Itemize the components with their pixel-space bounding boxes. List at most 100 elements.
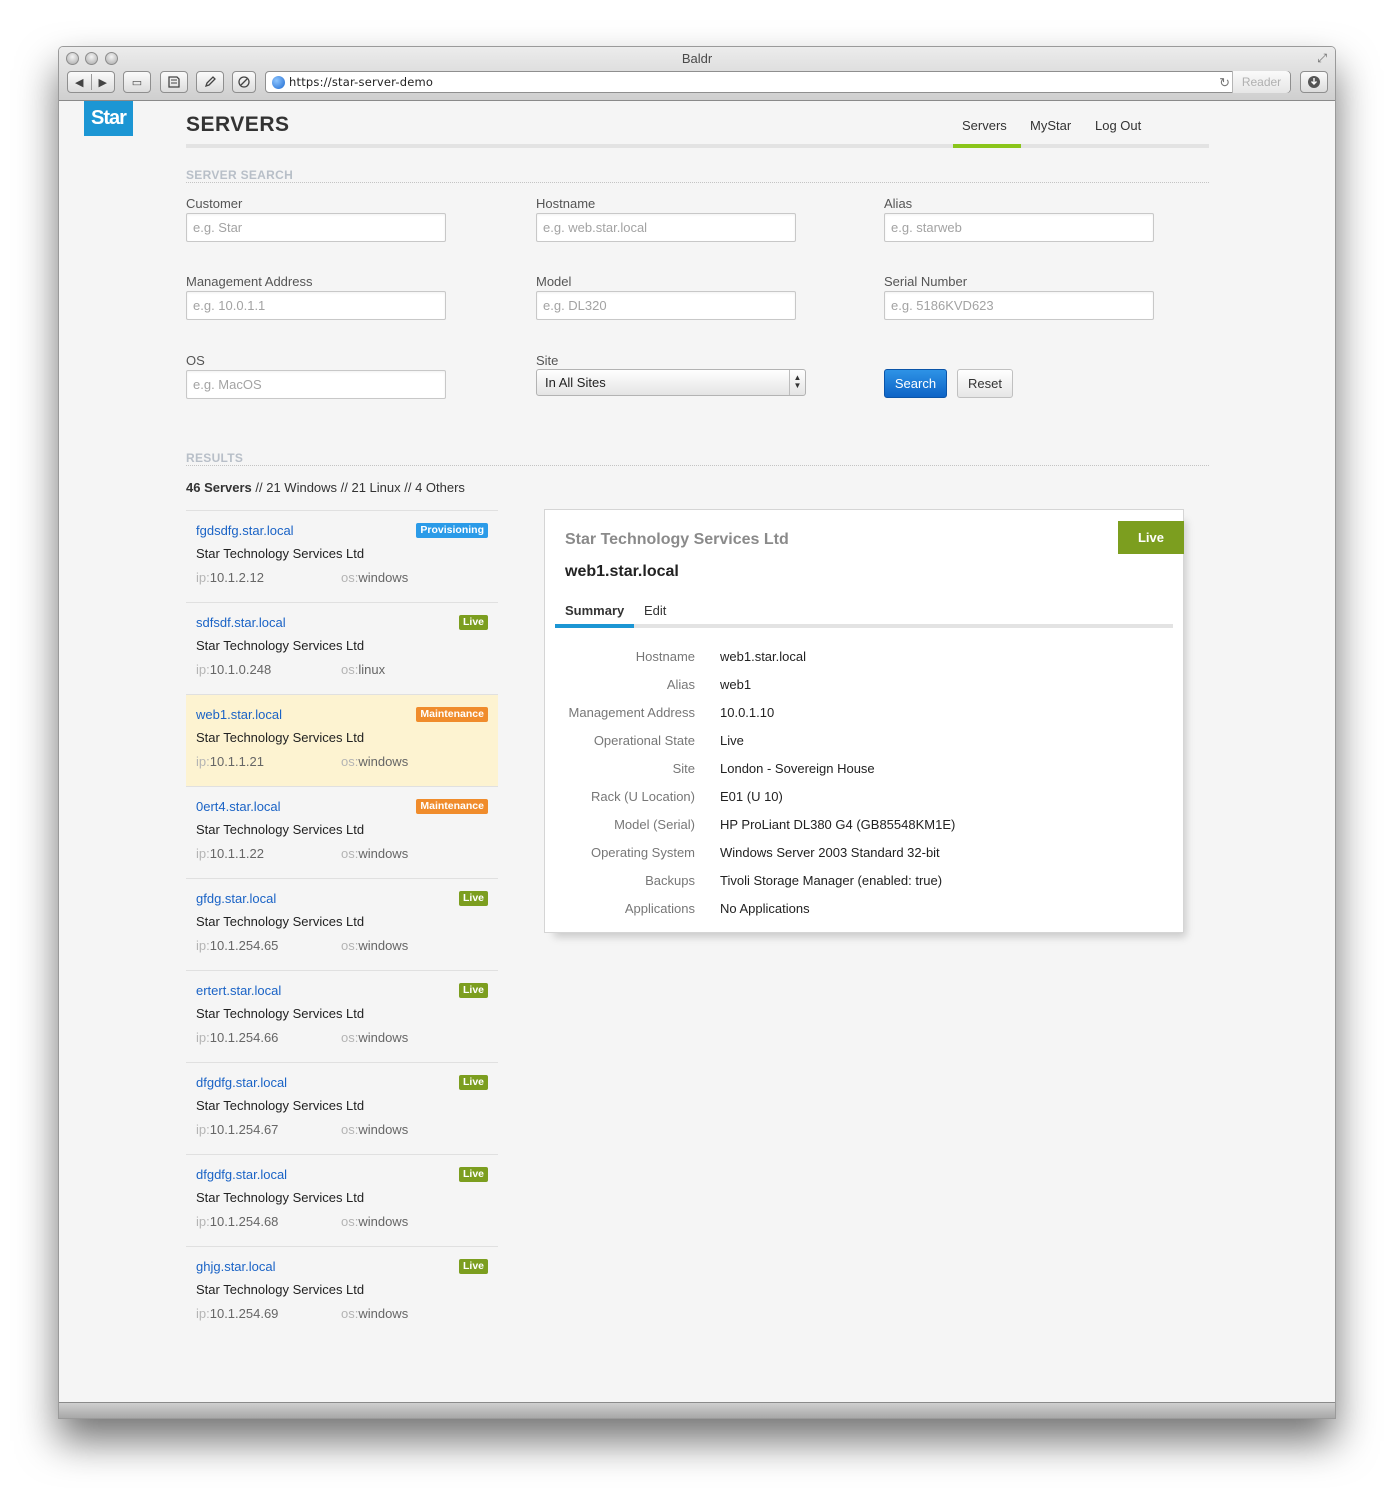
status-ribbon: Live: [1118, 521, 1184, 554]
nav-servers[interactable]: Servers: [962, 118, 1007, 133]
nav-mystar[interactable]: MyStar: [1030, 118, 1071, 133]
sidebar-icon: ▭: [131, 76, 143, 89]
result-ip: ip:10.1.2.12: [196, 570, 264, 585]
result-hostname-link[interactable]: fgdsdfg.star.local: [196, 523, 294, 538]
page-content: Star SERVERS Servers MyStar Log Out SERV…: [59, 101, 1335, 1403]
model-input[interactable]: [536, 291, 796, 320]
site-select[interactable]: In All Sites ▲ ▼: [536, 369, 806, 396]
result-item[interactable]: web1.star.local Maintenance Star Technolog…: [186, 694, 498, 786]
os-label: OS: [186, 353, 205, 368]
detail-company: Star Technology Services Ltd: [565, 531, 789, 548]
reload-icon[interactable]: ↻: [1219, 75, 1230, 91]
result-os: os:windows: [341, 938, 408, 953]
management-address-input[interactable]: [186, 291, 446, 320]
detail-field-value: Tivoli Storage Manager (enabled: true): [720, 873, 943, 888]
globe-icon: [272, 75, 285, 89]
status-badge: Live: [458, 891, 488, 906]
customer-input[interactable]: [186, 213, 446, 242]
hostname-input[interactable]: [536, 213, 796, 242]
detail-field-label: Operating System: [590, 845, 695, 860]
fullscreen-icon[interactable]: ⤢: [1317, 51, 1327, 66]
status-badge: Live: [458, 983, 488, 998]
customer-label: Customer: [186, 196, 243, 211]
result-item[interactable]: dfgdfg.star.local Live Star Technology Ser…: [186, 1154, 498, 1246]
address-bar[interactable]: https://star-server-demo ↻ Reader: [265, 71, 1291, 93]
book-icon: [168, 76, 180, 88]
os-key: os:: [341, 1214, 359, 1229]
site-selected-value: In All Sites: [545, 375, 606, 390]
result-hostname-link[interactable]: dfgdfg.star.local: [196, 1075, 287, 1090]
os-value: windows: [358, 1306, 409, 1321]
result-item[interactable]: dfgdfg.star.local Live Star Technology Ser…: [186, 1062, 498, 1154]
status-badge: Maintenance: [416, 799, 488, 814]
block-button[interactable]: [232, 71, 256, 93]
result-hostname-link[interactable]: 0ert4.star.local: [196, 799, 281, 814]
result-os: os:windows: [341, 754, 408, 769]
tab-underline: [555, 624, 1173, 628]
detail-field-label: Backups: [645, 873, 695, 888]
detail-hostname: web1.star.local: [565, 563, 679, 580]
result-ip: ip:10.1.254.69: [196, 1306, 278, 1321]
management-address-label: Management Address: [186, 274, 313, 289]
detail-field-value: HP ProLiant DL380 G4 (GB85548KM1E): [720, 817, 956, 832]
result-customer: Star Technology Services Ltd: [196, 822, 365, 837]
reset-button[interactable]: Reset: [957, 369, 1013, 398]
section-divider: [186, 182, 1209, 183]
tab-active-indicator: [555, 624, 634, 628]
result-hostname-link[interactable]: dfgdfg.star.local: [196, 1167, 287, 1182]
ip-key: ip:: [196, 1030, 210, 1045]
result-ip: ip:10.1.1.21: [196, 754, 264, 769]
server-search-heading: SERVER SEARCH: [186, 168, 294, 182]
ip-key: ip:: [196, 662, 210, 677]
stop-icon: [238, 76, 250, 88]
ip-key: ip:: [196, 570, 210, 585]
alias-input[interactable]: [884, 213, 1154, 242]
detail-field-label: Alias: [666, 677, 695, 692]
result-customer: Star Technology Services Ltd: [196, 1098, 365, 1113]
ip-value: 10.1.1.22: [209, 846, 264, 861]
ip-value: 10.1.254.69: [209, 1306, 279, 1321]
status-badge: Live: [458, 1075, 488, 1090]
result-item[interactable]: fgdsdfg.star.local Provisioning Star Techn…: [186, 510, 498, 602]
ip-value: 10.1.254.65: [209, 938, 279, 953]
result-hostname-link[interactable]: web1.star.local: [196, 707, 282, 722]
search-button[interactable]: Search: [884, 369, 947, 398]
star-logo[interactable]: Star: [84, 101, 133, 136]
result-ip: ip:10.1.254.67: [196, 1122, 278, 1137]
os-key: os:: [341, 1030, 359, 1045]
server-count: 46 Servers: [186, 480, 252, 495]
result-item[interactable]: ghjg.star.local Live Star Technology Servi…: [186, 1246, 498, 1338]
result-hostname-link[interactable]: ghjg.star.local: [196, 1259, 276, 1274]
result-customer: Star Technology Services Ltd: [196, 546, 365, 561]
forward-icon[interactable]: ▶: [92, 76, 115, 89]
tab-edit[interactable]: Edit: [644, 603, 666, 618]
status-badge: Maintenance: [416, 707, 488, 722]
os-value: linux: [358, 662, 386, 677]
detail-field-value: No Applications: [720, 901, 810, 916]
back-forward-buttons: ◀ ▶: [67, 71, 115, 93]
result-customer: Star Technology Services Ltd: [196, 638, 365, 653]
result-item[interactable]: 0ert4.star.local Maintenance Star Technolo…: [186, 786, 498, 878]
detail-field-value: web1.star.local: [720, 649, 806, 664]
result-hostname-link[interactable]: sdfsdf.star.local: [196, 615, 286, 630]
bookmarks-button[interactable]: [160, 71, 188, 93]
result-item[interactable]: gfdg.star.local Live Star Technology Servi…: [186, 878, 498, 970]
nav-active-indicator: [953, 144, 1021, 148]
url-text: https://star-server-demo: [289, 75, 434, 89]
os-key: os:: [341, 570, 359, 585]
results-summary: 46 Servers // 21 Windows // 21 Linux // …: [186, 480, 465, 495]
result-hostname-link[interactable]: gfdg.star.local: [196, 891, 276, 906]
serial-number-input[interactable]: [884, 291, 1154, 320]
result-os: os:windows: [341, 846, 408, 861]
back-icon[interactable]: ◀: [68, 76, 91, 89]
annotate-button[interactable]: [196, 71, 224, 93]
reader-button[interactable]: Reader: [1232, 71, 1290, 93]
os-input[interactable]: [186, 370, 446, 399]
result-hostname-link[interactable]: ertert.star.local: [196, 983, 281, 998]
sidebar-button[interactable]: ▭: [123, 71, 151, 93]
result-item[interactable]: sdfsdf.star.local Live Star Technology Ser…: [186, 602, 498, 694]
downloads-button[interactable]: [1300, 71, 1328, 93]
result-item[interactable]: ertert.star.local Live Star Technology Ser…: [186, 970, 498, 1062]
tab-summary[interactable]: Summary: [565, 603, 624, 618]
nav-logout[interactable]: Log Out: [1095, 118, 1141, 133]
